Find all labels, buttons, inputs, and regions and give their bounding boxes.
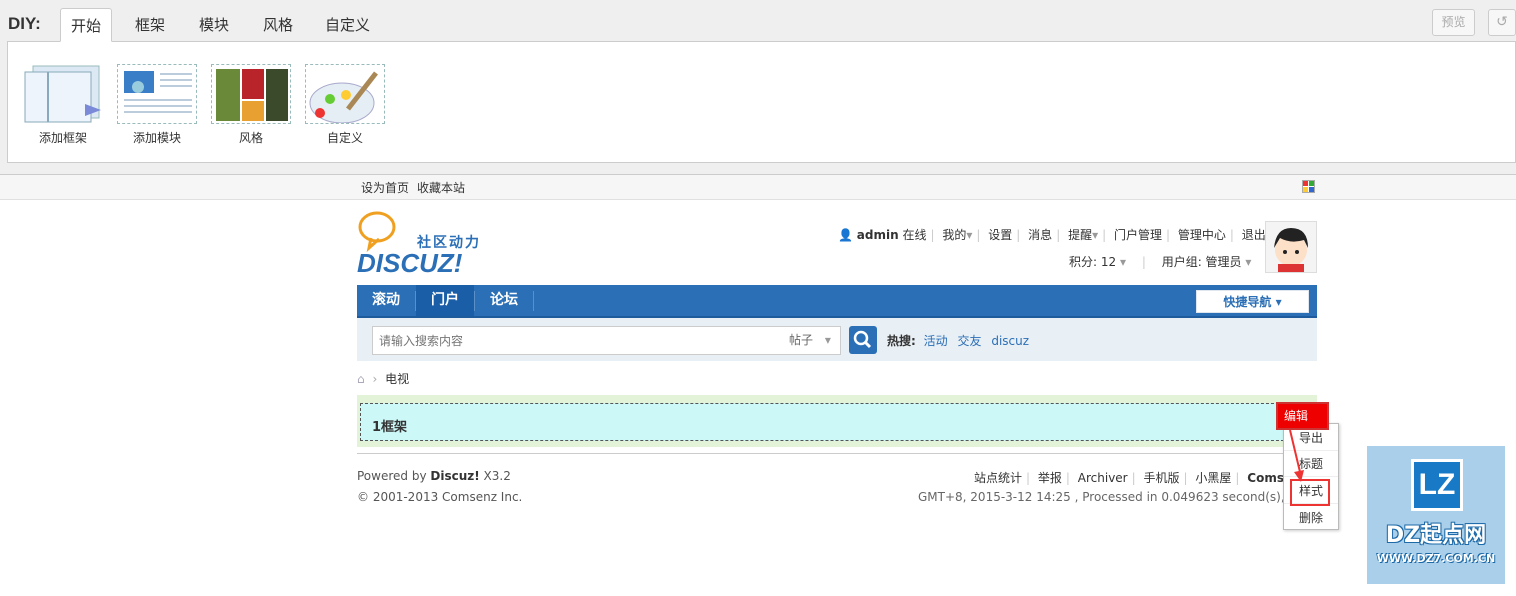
settings-link[interactable]: 设置 [988, 226, 1012, 243]
comsenz-link[interactable]: Comsenz [1247, 471, 1284, 485]
set-home-link[interactable]: 设为首页 [361, 179, 409, 196]
search-input[interactable] [372, 326, 782, 355]
undo-button[interactable]: ↺ [1488, 9, 1516, 36]
menu-delete[interactable]: 删除 [1284, 505, 1338, 531]
user-group-menu[interactable]: 用户组: 管理员 [1162, 255, 1242, 269]
logo-brand: DISCUZ! [357, 248, 463, 278]
arrow-annotation [1289, 429, 1304, 482]
quick-nav-button[interactable]: 快捷导航 ▾ [1196, 290, 1309, 313]
hot-label: 热搜: [887, 334, 916, 348]
bookmark-link[interactable]: 收藏本站 [417, 179, 465, 196]
tab-module[interactable]: 模块 [189, 8, 239, 42]
add-frame-tool[interactable]: 添加框架 [22, 64, 104, 146]
copyright: © 2001-2013 Comsenz Inc. [357, 490, 523, 504]
hot-search: 热搜: 活动 交友 discuz [887, 332, 1035, 349]
quick-nav-label: 快捷导航 [1223, 295, 1272, 309]
palette-icon [305, 64, 385, 124]
custom-tool[interactable]: 自定义 [304, 64, 386, 146]
search-button[interactable] [849, 326, 877, 354]
top-link-bar: 设为首页 收藏本站 [0, 175, 1516, 200]
divider [357, 453, 1317, 454]
breadcrumb: ⌂ › 电视 [357, 370, 409, 387]
user-stats: 积分: 12 ▾ | 用户组: 管理员 ▾ [1069, 255, 1252, 269]
add-module-icon [117, 64, 197, 124]
footer-stats: GMT+8, 2015-3-12 14:25 , Processed in 0.… [918, 490, 1284, 504]
style-label: 风格 [238, 131, 263, 145]
messages-link[interactable]: 消息 [1028, 226, 1052, 243]
search-icon [853, 330, 872, 349]
blacklist-link[interactable]: 小黑屋 [1195, 471, 1231, 485]
user-bar: 👤 admin 在线 | 我的▾ | 设置 | 消息 | 提醒▾ | 门户管理 | 管理中心… [838, 226, 1266, 243]
user-icon: 👤 [838, 228, 853, 242]
diy-panel: 添加框架 添加模块 风格 自定义 [7, 41, 1516, 163]
tab-custom[interactable]: 自定义 [315, 8, 380, 42]
frame-title: 1框架 [372, 420, 408, 435]
report-link[interactable]: 举报 [1038, 471, 1062, 485]
username-link[interactable]: admin [857, 228, 899, 242]
main-nav: 滚动 门户 论坛 [357, 285, 1317, 318]
undo-icon: ↺ [1496, 14, 1508, 30]
preview-button[interactable]: 预览 [1432, 9, 1475, 36]
hot-word[interactable]: discuz [991, 334, 1029, 348]
powered-by: Powered by Discuz! X3.2 [357, 469, 511, 483]
add-module-tool[interactable]: 添加模块 [116, 64, 198, 146]
footer-links: 站点统计| 举报| Archiver| 手机版| 小黑屋| Comsenz [974, 469, 1284, 486]
online-status: 在线 [902, 228, 927, 242]
breadcrumb-current: 电视 [385, 372, 410, 386]
search-type-select[interactable]: 帖子 ▾ [781, 326, 841, 355]
custom-label: 自定义 [326, 131, 363, 145]
portal-admin-link[interactable]: 门户管理 [1114, 226, 1162, 243]
style-icon [211, 64, 291, 124]
watermark-name: DZ起点网 [1385, 523, 1487, 548]
color-scheme-icon[interactable] [1302, 180, 1315, 193]
my-menu[interactable]: 我的 [942, 226, 966, 243]
mobile-link[interactable]: 手机版 [1144, 471, 1180, 485]
chevron-down-icon: ▾ [1275, 295, 1282, 309]
tab-style[interactable]: 风格 [253, 8, 303, 42]
diy-label: DIY: [8, 14, 41, 33]
archiver-link[interactable]: Archiver [1078, 471, 1128, 485]
nav-item-forum[interactable]: 论坛 [475, 285, 533, 316]
watermark-logo: LZ [1411, 459, 1463, 511]
chevron-right-icon: › [372, 372, 378, 386]
hot-word[interactable]: 交友 [957, 334, 981, 348]
logout-link[interactable]: 退出 [1242, 226, 1266, 243]
reminders-menu[interactable]: 提醒 [1068, 226, 1092, 243]
chevron-down-icon: ▾ [824, 333, 831, 347]
admin-center-link[interactable]: 管理中心 [1178, 226, 1226, 243]
add-frame-label: 添加框架 [38, 131, 87, 145]
diy-toolbar: DIY: 开始 框架 模块 风格 自定义 预览 ↺ 添加框架 添加模块 风格 自… [0, 0, 1516, 175]
discuz-link[interactable]: Discuz! [430, 469, 479, 483]
diy-frame[interactable] [360, 403, 1314, 441]
add-frame-icon [23, 64, 103, 124]
avatar[interactable] [1265, 221, 1317, 273]
stats-link[interactable]: 站点统计 [974, 471, 1022, 485]
nav-item-portal[interactable]: 门户 [416, 285, 474, 316]
add-module-label: 添加模块 [132, 131, 181, 145]
site-logo[interactable]: 社区动力 DISCUZ! [357, 210, 497, 280]
tab-start[interactable]: 开始 [60, 8, 113, 42]
frame-edit-button[interactable]: 编辑 [1276, 402, 1329, 430]
tab-frame[interactable]: 框架 [125, 8, 175, 42]
home-icon[interactable]: ⌂ [357, 372, 365, 386]
search-type-label: 帖子 [789, 333, 814, 347]
style-tool[interactable]: 风格 [210, 64, 292, 146]
points-menu[interactable]: 积分: 12 [1069, 255, 1116, 269]
watermark-url: WWW.DZ7.COM.CN [1376, 552, 1496, 565]
nav-item-scroll[interactable]: 滚动 [357, 285, 415, 316]
hot-word[interactable]: 活动 [924, 334, 948, 348]
